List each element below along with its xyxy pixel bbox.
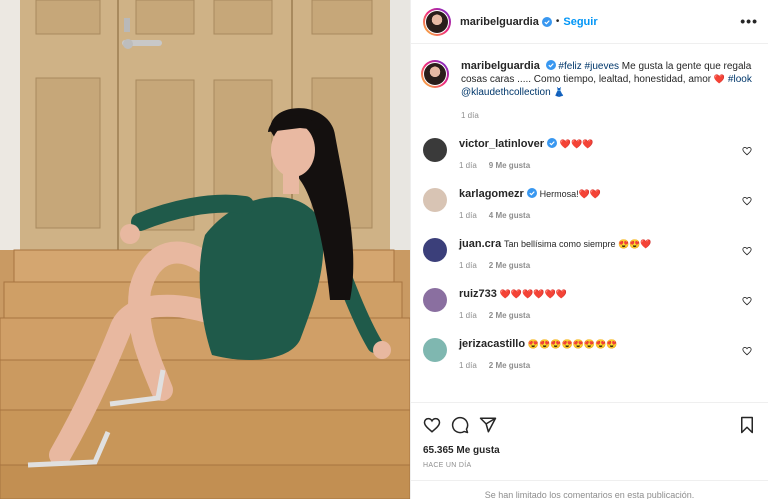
verified-icon [546,138,557,148]
follow-button[interactable]: Seguir [563,16,597,28]
post-header: maribelguardia • Seguir ••• [411,0,768,44]
caption-hashtag-look[interactable]: #look [728,74,752,85]
comment-like-heart-icon[interactable] [742,346,752,356]
comment-item: jerizacastillo 😍😍😍😍😍😍😍😍 1 día 2 Me gusta [423,338,756,372]
like-heart-icon[interactable] [423,416,441,434]
commenter-avatar[interactable] [423,338,447,362]
comment-item: karlagomezr Hermosa!❤️❤️ 1 día 4 Me gusta [423,188,756,222]
caption-time: 1 día [461,111,479,120]
post-side-panel: maribelguardia • Seguir ••• maribelguard… [410,0,768,499]
commenter-username[interactable]: jerizacastillo [459,338,525,350]
comment-item: juan.cra Tan bellísima como siempre 😍😍❤️… [423,238,756,272]
more-options-button[interactable]: ••• [740,13,758,29]
post-actions: 65.365 Me gusta HACE UN DÍA [411,402,768,469]
post-timestamp: HACE UN DÍA [423,462,472,469]
comment-likes[interactable]: 2 Me gusta [489,361,530,370]
commenter-username[interactable]: juan.cra [459,238,501,250]
caption-hashtags[interactable]: #feliz #jueves [558,61,619,72]
comment-time: 1 día [459,211,477,220]
caption-avatar[interactable] [421,60,449,88]
heart-emoji: ❤️ [713,74,726,84]
verified-icon [526,188,537,198]
comment-time: 1 día [459,311,477,320]
comment-like-heart-icon[interactable] [742,146,752,156]
comment-text: ❤️❤️❤️ [559,139,594,149]
comment-time: 1 día [459,361,477,370]
dress-emoji: 👗 [553,87,565,97]
comment-item: victor_latinlover ❤️❤️❤️ 1 día 9 Me gusta [423,138,756,172]
share-icon[interactable] [479,416,497,434]
comment-likes[interactable]: 2 Me gusta [489,311,530,320]
separator-dot: • [555,16,560,27]
verified-icon [545,60,556,70]
comments-limited-notice: Se han limitado los comentarios en esta … [411,480,768,499]
comment-like-heart-icon[interactable] [742,296,752,306]
caption-username[interactable]: maribelguardia [461,60,540,72]
comment-like-heart-icon[interactable] [742,246,752,256]
comment-time: 1 día [459,161,477,170]
commenter-username[interactable]: karlagomezr [459,188,524,200]
save-bookmark-icon[interactable] [738,416,756,434]
comment-like-heart-icon[interactable] [742,196,752,206]
commenter-avatar[interactable] [423,138,447,162]
comment-icon[interactable] [451,416,469,434]
post-photo[interactable] [0,0,410,499]
comment-text: Tan bellísima como siempre 😍😍❤️ [503,239,652,249]
comments-list: maribelguardia #feliz #jueves Me gusta l… [411,44,768,402]
commenter-username[interactable]: victor_latinlover [459,138,544,150]
commenter-avatar[interactable] [423,188,447,212]
commenter-avatar[interactable] [423,288,447,312]
author-avatar[interactable] [423,7,451,36]
caption: maribelguardia #feliz #jueves Me gusta l… [421,60,756,122]
verified-icon [541,16,552,27]
comment-time: 1 día [459,261,477,270]
comment-text: ❤️❤️❤️❤️❤️❤️ [499,289,567,299]
commenter-username[interactable]: ruiz733 [459,288,497,300]
likes-count[interactable]: 65.365 Me gusta [423,445,756,456]
author-username[interactable]: maribelguardia [460,16,539,28]
caption-mention[interactable]: @klaudethcollection [461,87,551,98]
comment-likes[interactable]: 2 Me gusta [489,261,530,270]
comment-likes[interactable]: 4 Me gusta [489,211,530,220]
comment-text: 😍😍😍😍😍😍😍😍 [527,339,618,349]
comment-text: Hermosa!❤️❤️ [539,189,602,199]
commenter-avatar[interactable] [423,238,447,262]
photo-illustration [0,0,410,499]
comment-likes[interactable]: 9 Me gusta [489,161,530,170]
comment-item: ruiz733 ❤️❤️❤️❤️❤️❤️ 1 día 2 Me gusta [423,288,756,322]
